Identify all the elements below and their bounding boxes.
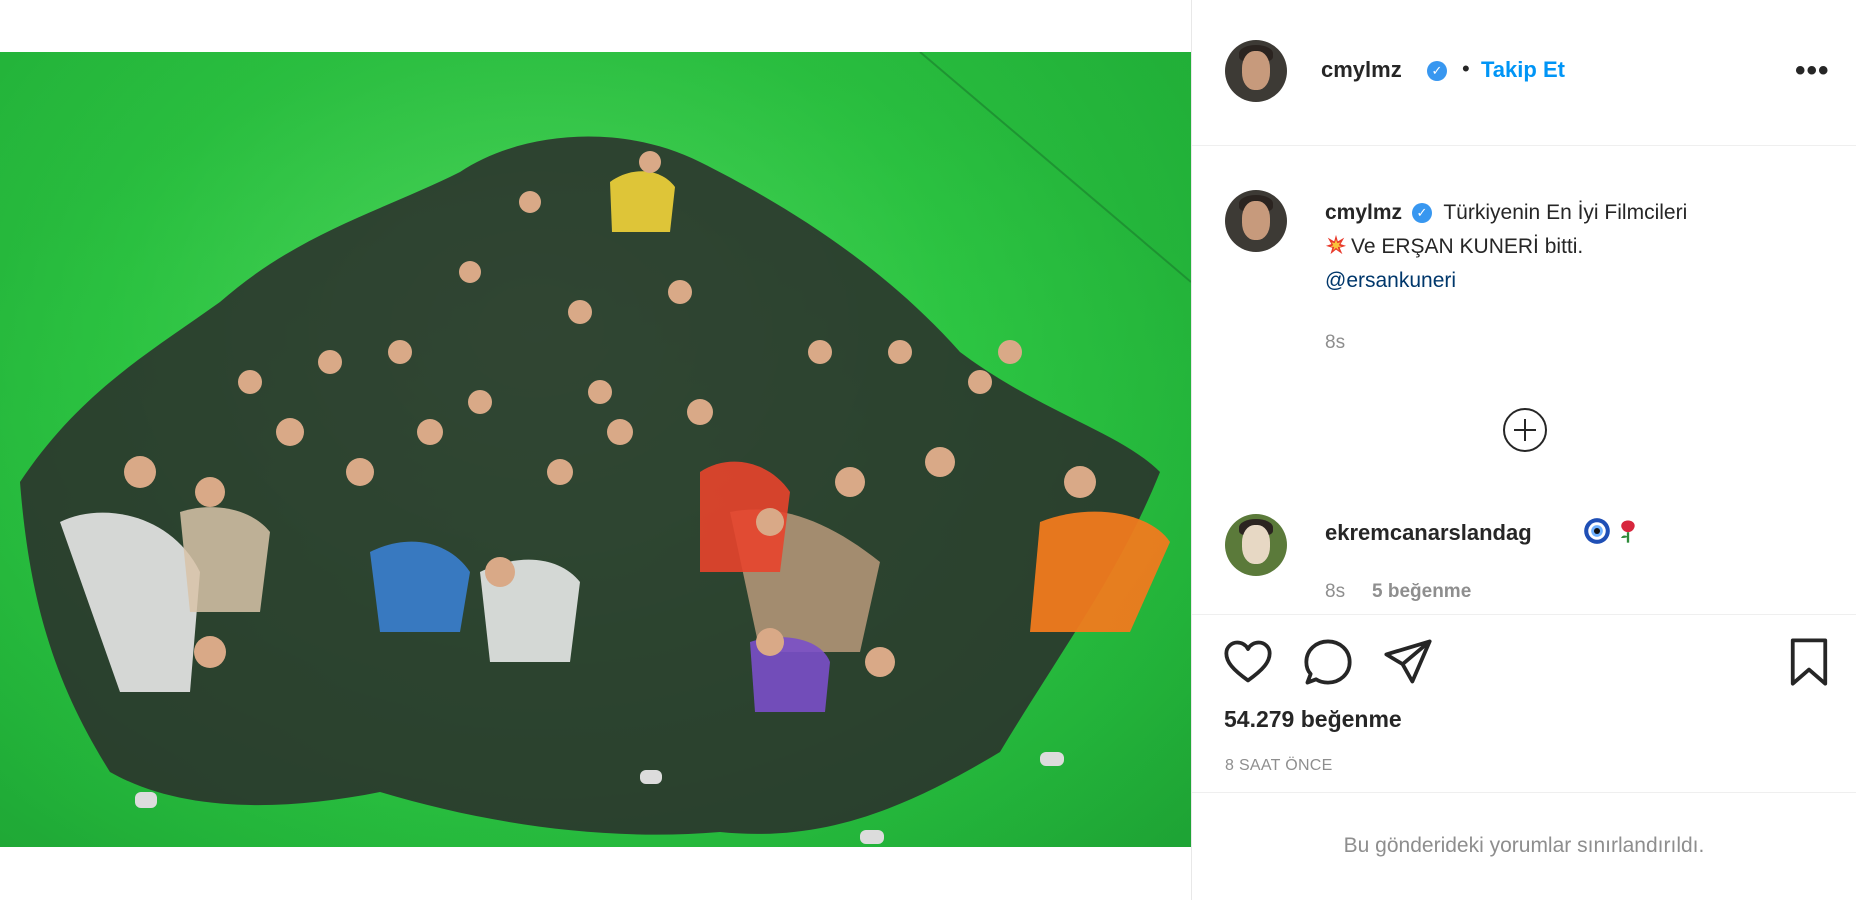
post-photo[interactable] [0,52,1191,847]
comment-icon[interactable] [1302,636,1354,688]
share-icon[interactable] [1382,636,1434,688]
caption-line-1: Türkiyenin En İyi Filmcileri [1443,201,1688,224]
caption-avatar[interactable] [1225,190,1287,252]
comments-restricted-notice: Bu gönderideki yorumlar sınırlandırıldı. [1343,834,1705,857]
panel-divider [1191,0,1192,900]
post-timestamp[interactable]: 8 SAAT ÖNCE [1225,757,1333,775]
post-media-area [0,0,1191,900]
verified-badge-icon: ✓ [1427,61,1447,81]
comment-likes[interactable]: 5 beğenme [1372,581,1471,603]
header-divider [1192,145,1856,146]
heart-icon[interactable] [1222,636,1274,688]
rose-emoji [1621,520,1635,543]
likes-count[interactable]: 54.279 beğenme [1224,706,1402,733]
commenter-avatar[interactable] [1225,514,1287,576]
author-avatar[interactable] [1225,40,1287,102]
collision-emoji [1325,234,1347,255]
caption-time[interactable]: 8s [1325,332,1345,354]
comment-time: 8s [1325,581,1346,602]
caption-mention-link[interactable]: @ersankuneri [1325,269,1456,292]
caption-line-2: Ve ERŞAN KUNERİ bitti. [1351,235,1584,258]
header-separator: • [1462,56,1470,81]
actions-divider [1192,614,1856,615]
follow-button[interactable]: Takip Et [1481,57,1565,83]
author-username[interactable]: cmylmz [1321,57,1402,83]
more-options-icon[interactable]: ••• [1795,54,1830,88]
post-caption: cmylmz ✓ Türkiyenin En İyi Filmcileri Ve… [1325,196,1825,298]
caption-username[interactable]: cmylmz [1325,201,1402,224]
footer-divider [1192,792,1856,793]
bookmark-icon[interactable] [1783,636,1835,688]
verified-badge-icon: ✓ [1411,203,1432,223]
plus-circle-icon[interactable] [1503,408,1547,452]
comment-username[interactable]: ekremcanarslandag [1325,520,1532,546]
nazar-amulet-emoji [1584,518,1610,544]
crowd-photo-illustration [0,52,1191,847]
